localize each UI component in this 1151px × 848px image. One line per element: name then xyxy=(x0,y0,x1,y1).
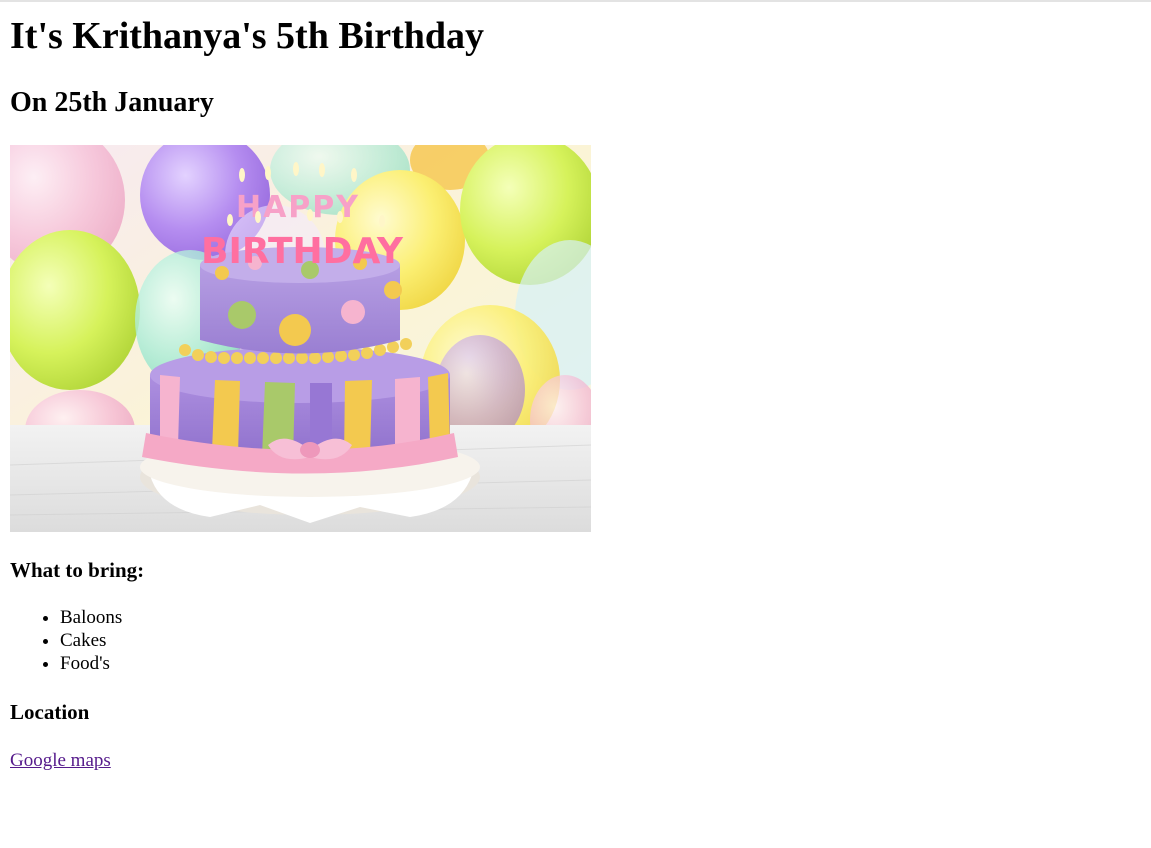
list-item: Cakes xyxy=(60,629,122,652)
cake-illustration: HAPPY BIRTHDAY xyxy=(10,145,591,532)
birthday-cake-image: HAPPY BIRTHDAY xyxy=(10,145,591,532)
list-item: Food's xyxy=(60,652,122,675)
location-heading: Location xyxy=(10,700,90,724)
svg-text:BIRTHDAY: BIRTHDAY xyxy=(201,231,404,272)
google-maps-link[interactable]: Google maps xyxy=(10,749,111,772)
list-item: Baloons xyxy=(60,606,122,629)
browser-top-border xyxy=(0,0,1151,2)
what-to-bring-heading: What to bring: xyxy=(10,558,145,582)
event-date-heading: On 25th January xyxy=(10,87,214,118)
page-title: It's Krithanya's 5th Birthday xyxy=(10,15,485,57)
bring-list: Baloons Cakes Food's xyxy=(10,606,122,675)
